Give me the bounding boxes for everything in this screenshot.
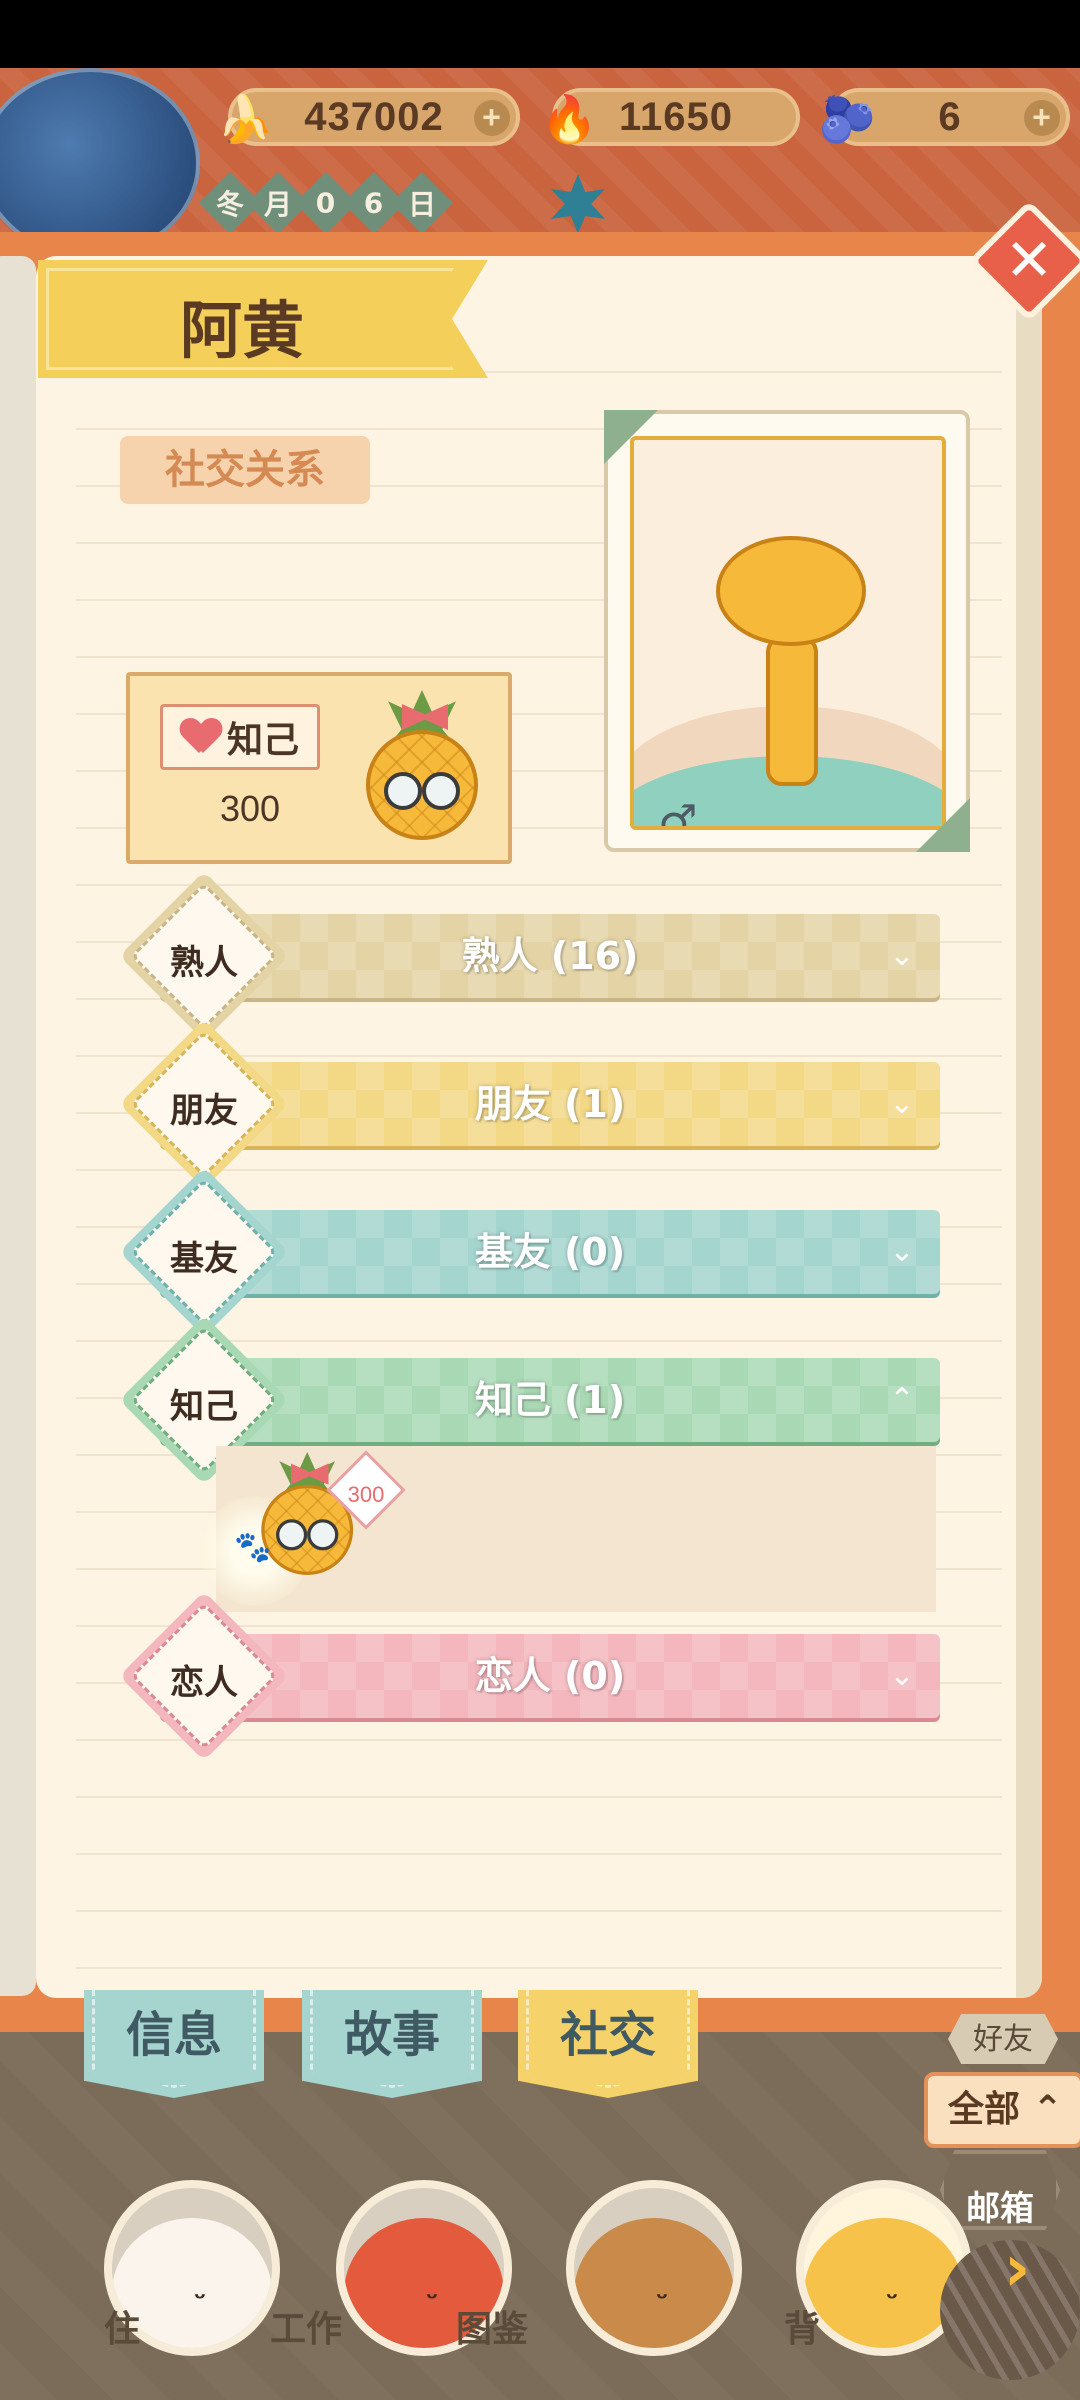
pineapple-member-avatar[interactable] — [258, 1452, 356, 1575]
mailbox-button[interactable]: 邮箱 — [940, 2150, 1060, 2230]
nav-label-home[interactable]: 住 — [104, 2300, 140, 2352]
blue-banana-icon: 🫐 — [818, 92, 878, 145]
previous-page-edge — [0, 256, 36, 1996]
paw-icon: 🐾 — [234, 1530, 272, 1565]
character-name: 阿黄 — [180, 294, 305, 367]
nav-label-work[interactable]: 工作 — [270, 2300, 342, 2352]
tab-story[interactable]: 故事 — [302, 1990, 482, 2098]
character-portrait: ♂ — [604, 410, 970, 852]
chevron-down-icon: ⌄ — [889, 938, 915, 973]
male-gender-icon: ♂ — [658, 796, 698, 830]
section-title: 社交关系 — [120, 436, 370, 504]
next-arrow-icon[interactable]: › — [1004, 2232, 1064, 2306]
pineapple-friend-avatar — [362, 690, 482, 840]
fire-count: 11650 — [618, 94, 734, 139]
best-relation-card[interactable]: 知己 300 — [126, 672, 512, 864]
close-icon: ✕ — [1004, 226, 1054, 294]
status-bar — [0, 0, 1080, 68]
blue-banana-counter[interactable]: 🫐 6 + — [819, 88, 1070, 146]
relation-value: 300 — [219, 788, 281, 829]
category-badge-label: 熟人 — [170, 943, 238, 983]
all-menu-button[interactable]: 全部 ⌃ — [924, 2072, 1080, 2148]
heart-icon — [181, 719, 221, 755]
nav-label-encyclopedia[interactable]: 图鉴 — [456, 2300, 528, 2352]
dog-character-image — [710, 536, 870, 806]
friends-button[interactable]: 好友 — [948, 2014, 1058, 2064]
chevron-down-icon: ⌄ — [889, 1234, 915, 1269]
banana-icon: 🍌 — [216, 92, 276, 145]
category-badge-label: 恋人 — [170, 1663, 238, 1703]
blue-banana-count: 6 — [938, 94, 962, 139]
tab-info[interactable]: 信息 — [84, 1990, 264, 2098]
tab-social[interactable]: 社交 — [518, 1990, 698, 2098]
resource-bar: 🍌 437002 + 🔥 11650 🫐 6 + 冬 月 0 6 日 — [0, 68, 1080, 248]
add-banana-button[interactable]: + — [474, 100, 510, 136]
add-blue-banana-button[interactable]: + — [1024, 100, 1060, 136]
relation-tag: 知己 — [160, 704, 320, 770]
fire-counter[interactable]: 🔥 11650 — [541, 88, 800, 146]
banana-counter[interactable]: 🍌 437002 + — [217, 88, 520, 146]
banana-count: 437002 — [304, 94, 444, 139]
member-score: 300 — [347, 1482, 385, 1507]
fire-icon: 🔥 — [540, 92, 600, 145]
category-badge-label: 知己 — [170, 1387, 238, 1427]
category-badge-label: 基友 — [170, 1239, 238, 1279]
nav-lion-avatar[interactable]: ᵕ — [566, 2180, 742, 2356]
nav-label-bag[interactable]: 背 — [784, 2300, 820, 2352]
date-display: 冬 月 0 6 日 — [198, 168, 454, 238]
chevron-up-icon: ⌃ — [889, 1382, 915, 1417]
chevron-down-icon: ⌄ — [889, 1658, 915, 1693]
category-badge-label: 朋友 — [170, 1091, 238, 1131]
chevron-down-icon: ⌄ — [889, 1086, 915, 1121]
